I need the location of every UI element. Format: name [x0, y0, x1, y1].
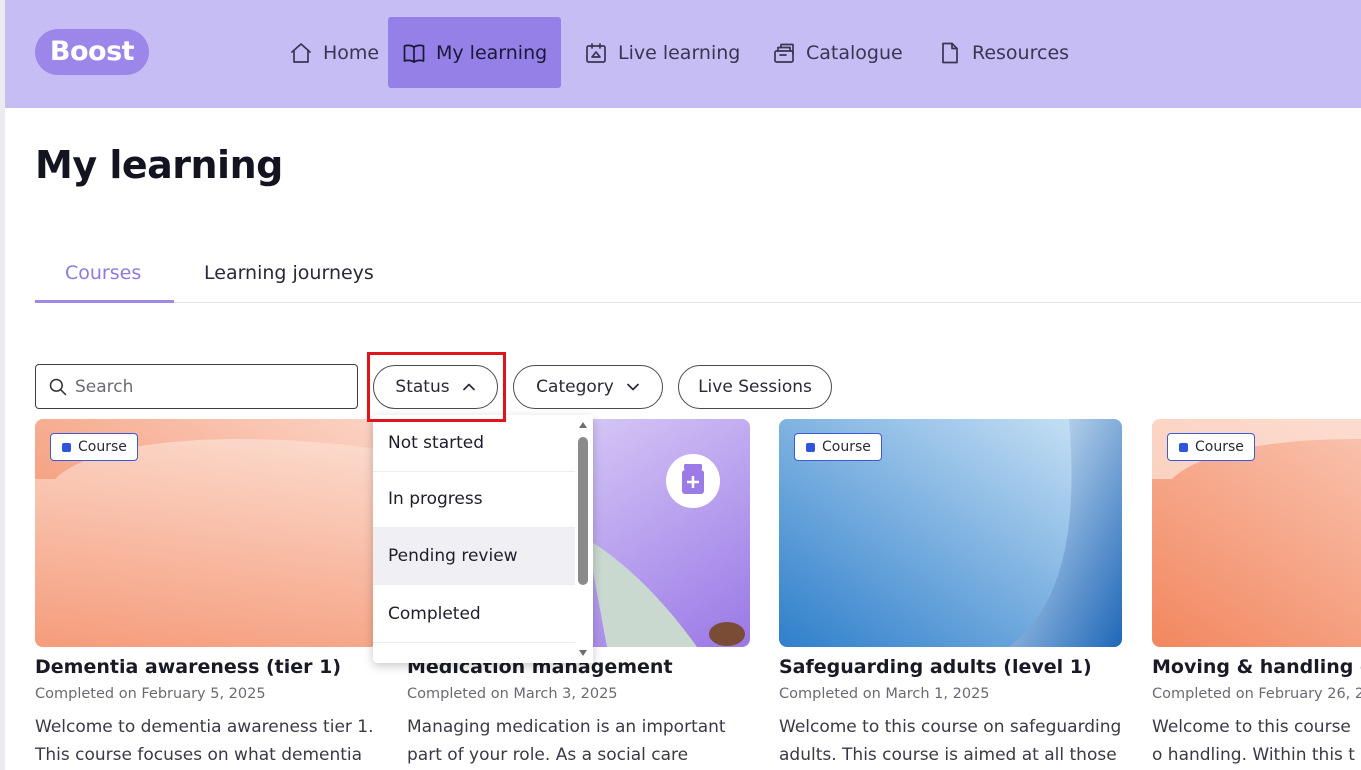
tab-courses[interactable]: Courses [65, 262, 141, 284]
tabs-divider [35, 302, 1361, 303]
boost-logo[interactable]: Boost [35, 29, 149, 75]
nav-live-learning-label: Live learning [618, 41, 741, 64]
course-thumbnail: Course [35, 419, 378, 647]
course-card[interactable]: Course Safeguarding adults (level 1) Com… [779, 419, 1122, 769]
course-title[interactable]: Dementia awareness (tier 1) [35, 656, 378, 678]
course-card[interactable]: Course Moving & handling obj Completed o… [1152, 419, 1361, 770]
search-input[interactable] [75, 376, 335, 397]
completion-date: Completed on March 1, 2025 [779, 686, 990, 702]
nav-my-learning-label: My learning [436, 41, 548, 64]
stack-icon [774, 43, 794, 63]
nav-live-learning[interactable]: Live learning [570, 17, 754, 88]
nav-resources[interactable]: Resources [924, 17, 1083, 88]
live-sessions-filter-button[interactable]: Live Sessions [678, 365, 832, 409]
chevron-down-icon [626, 383, 639, 391]
top-header: Boost Home My learning Live learning Cat… [5, 0, 1361, 108]
nav-home[interactable]: Home [275, 17, 393, 88]
category-filter-button[interactable]: Category [513, 365, 663, 409]
status-option-completed[interactable]: Completed [373, 586, 575, 643]
scroll-up-arrow-icon[interactable] [579, 422, 587, 428]
course-description: Welcome to dementia awareness tier 1. Th… [35, 717, 374, 765]
course-thumbnail: Course [779, 419, 1122, 647]
course-description: Welcome to this course o handling. Withi… [1152, 717, 1355, 765]
course-card[interactable]: Course Dementia awareness (tier 1) Compl… [35, 419, 378, 769]
course-badge: Course [1167, 433, 1255, 461]
home-icon [291, 42, 311, 63]
completion-date: Completed on February 5, 2025 [35, 686, 266, 702]
page-title: My learning [35, 143, 283, 187]
search-icon [49, 378, 67, 395]
document-icon [942, 42, 958, 63]
category-filter-label: Category [536, 377, 614, 397]
course-badge: Course [794, 433, 882, 461]
nav-catalogue-label: Catalogue [806, 41, 903, 64]
nav-home-label: Home [323, 41, 380, 64]
book-icon [403, 43, 425, 63]
course-title[interactable]: Moving & handling obj [1152, 656, 1361, 678]
search-field[interactable] [35, 364, 358, 409]
nav-resources-label: Resources [972, 41, 1070, 64]
nav-catalogue[interactable]: Catalogue [758, 17, 917, 88]
status-option-not-started[interactable]: Not started [373, 415, 575, 472]
completion-date: Completed on February 26, 20 [1152, 686, 1361, 702]
live-sessions-filter-label: Live Sessions [698, 377, 812, 397]
course-thumbnail: Course [1152, 419, 1361, 647]
course-badge: Course [50, 433, 138, 461]
nav-my-learning[interactable]: My learning [388, 17, 562, 88]
course-description: Managing medication is an important part… [407, 717, 726, 765]
course-title[interactable]: Safeguarding adults (level 1) [779, 656, 1122, 678]
left-edge [0, 0, 5, 770]
status-dropdown-menu: Not started In progress Pending review C… [373, 415, 593, 663]
scroll-down-arrow-icon[interactable] [579, 650, 587, 656]
dropdown-scroll-thumb[interactable] [578, 437, 588, 585]
completion-date: Completed on March 3, 2025 [407, 686, 618, 702]
status-option-pending-review[interactable]: Pending review [373, 528, 575, 585]
status-option-in-progress[interactable]: In progress [373, 471, 575, 528]
logo-text: Boost [49, 36, 135, 67]
course-description: Welcome to this course on safeguarding a… [779, 717, 1122, 765]
tab-learning-journeys[interactable]: Learning journeys [204, 262, 374, 284]
active-tab-indicator [35, 300, 174, 303]
calendar-icon [586, 42, 606, 63]
status-highlight-box [367, 352, 506, 422]
